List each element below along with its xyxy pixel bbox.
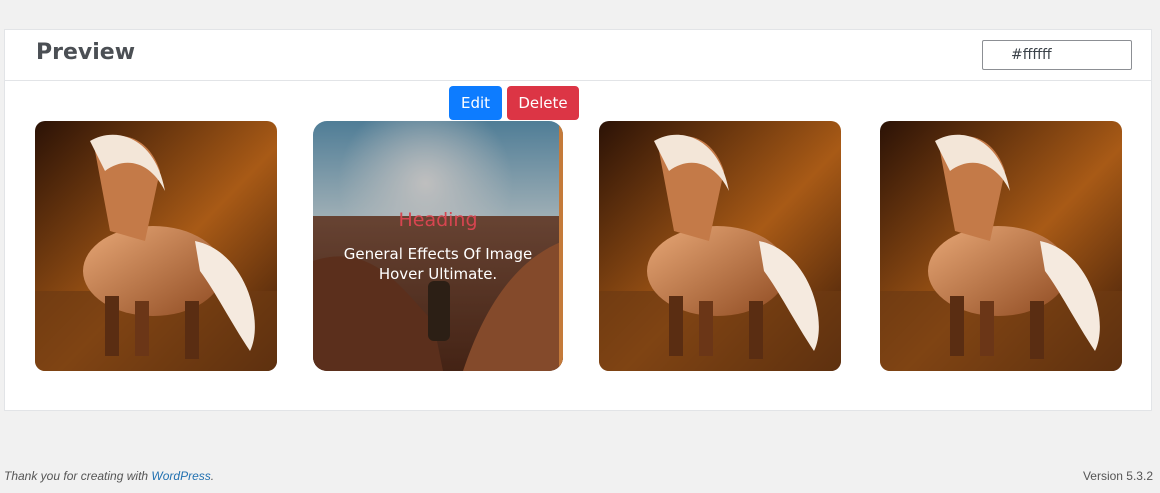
wordpress-link[interactable]: WordPress <box>151 469 210 483</box>
footer-thanks-prefix: Thank you for creating with <box>4 469 152 483</box>
image-card[interactable] <box>35 121 277 371</box>
horse-image <box>599 121 841 371</box>
horse-image <box>35 121 277 371</box>
background-color-input[interactable] <box>982 40 1132 70</box>
card-description: General Effects Of Image Hover Ultimate. <box>343 245 533 283</box>
image-card[interactable] <box>880 121 1122 371</box>
image-card[interactable] <box>599 121 841 371</box>
horse-image <box>880 121 1122 371</box>
edit-button[interactable]: Edit <box>449 86 502 120</box>
footer-thanks-suffix: . <box>210 469 215 483</box>
image-card-hovered[interactable]: Heading General Effects Of Image Hover U… <box>313 121 563 371</box>
footer-version: Version 5.3.2 <box>1082 469 1153 483</box>
delete-button[interactable]: Delete <box>507 86 579 120</box>
card-heading: Heading <box>398 209 478 231</box>
panel-title: Preview <box>36 40 136 65</box>
panel-header: Preview <box>5 30 1151 81</box>
preview-panel: Preview Edit Delete <box>4 29 1152 411</box>
footer-thanks: Thank you for creating with WordPress. <box>4 469 214 483</box>
